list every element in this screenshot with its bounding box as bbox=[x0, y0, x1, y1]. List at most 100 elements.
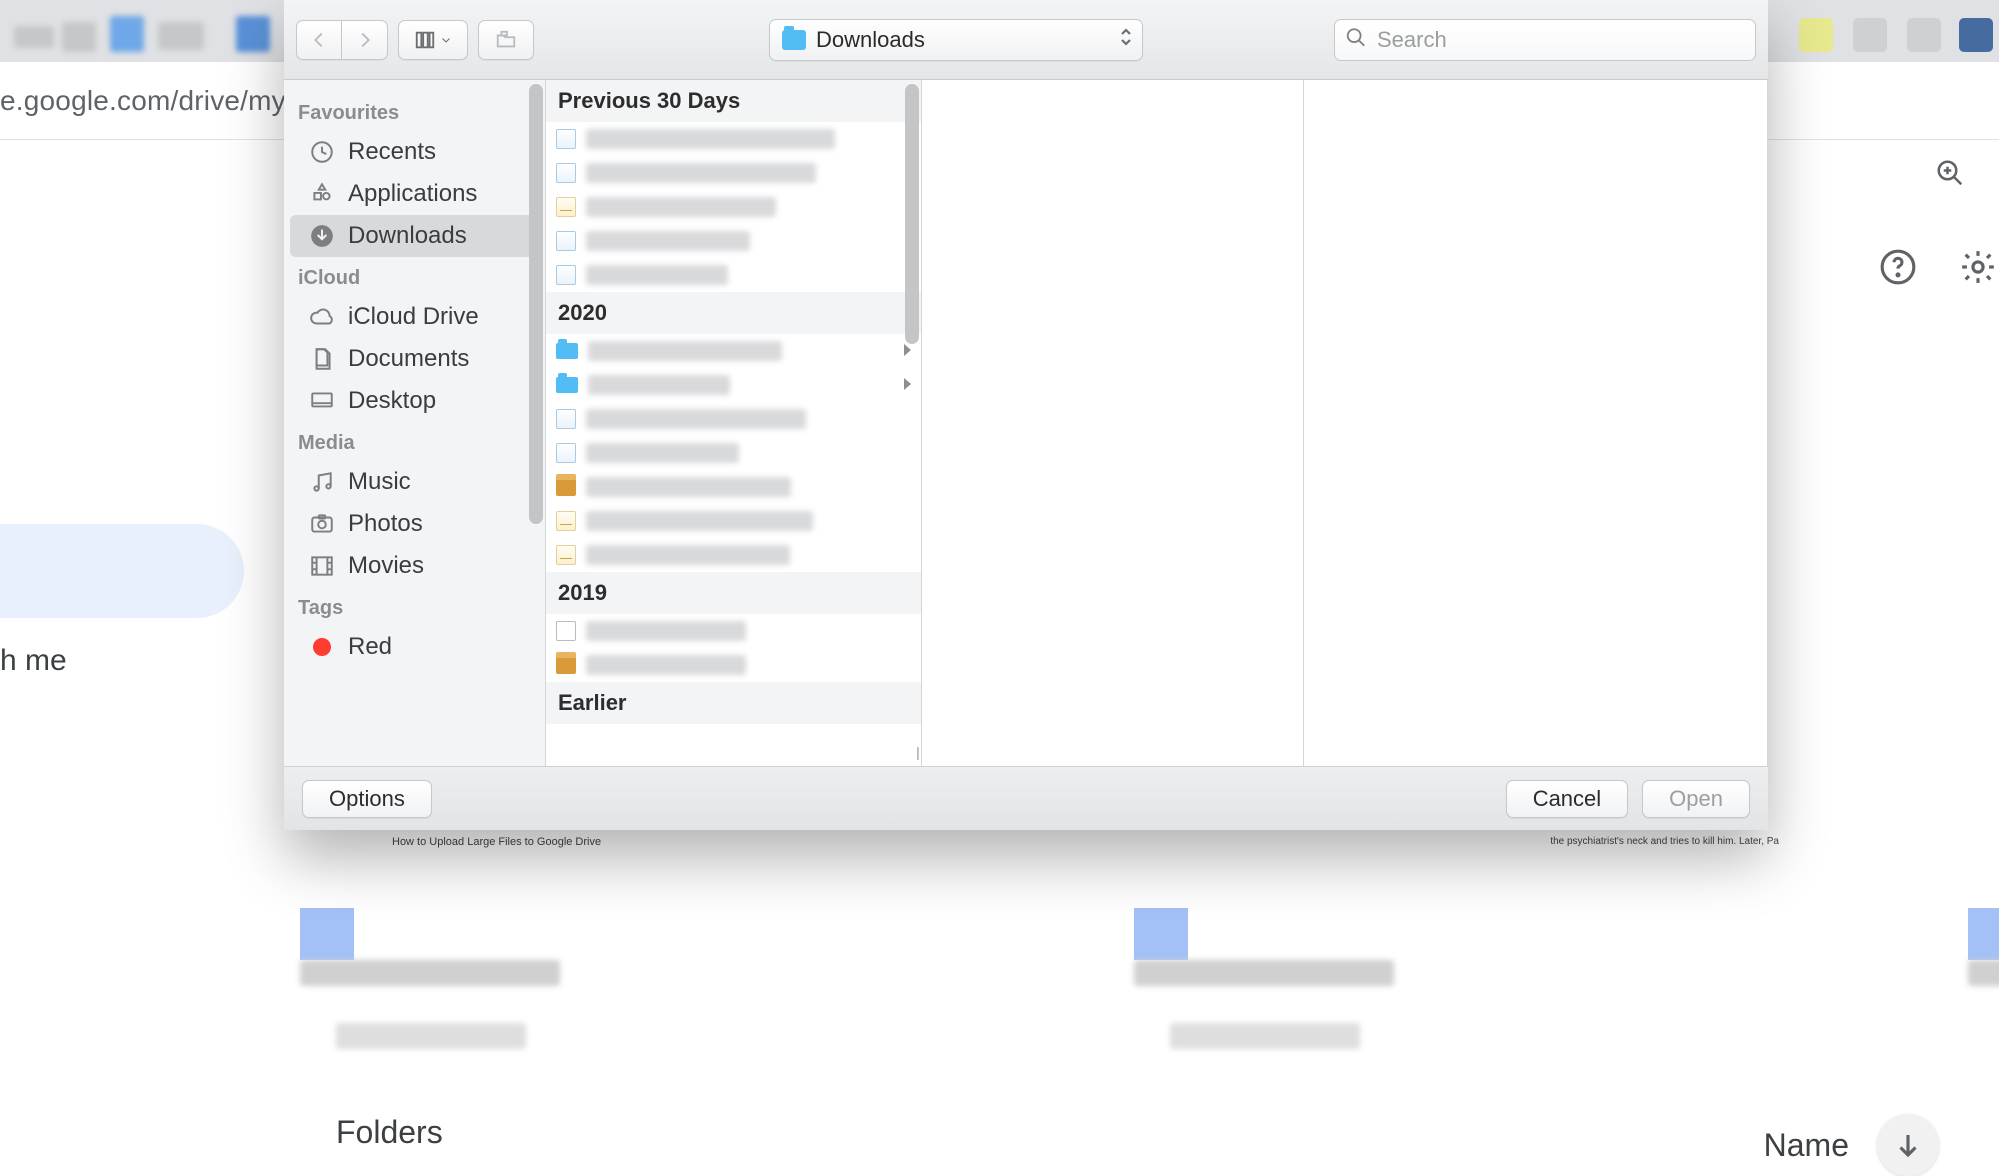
chevron-updown-icon bbox=[1119, 26, 1133, 54]
file-row[interactable] bbox=[546, 470, 921, 504]
file-name-redacted bbox=[586, 409, 806, 429]
url-text: e.google.com/drive/my- bbox=[0, 85, 295, 117]
sidebar-item-label: Applications bbox=[348, 180, 477, 208]
file-row[interactable] bbox=[546, 156, 921, 190]
sidebar-item-downloads[interactable]: Downloads bbox=[290, 215, 539, 257]
sidebar-item-tag-red[interactable]: Red bbox=[290, 626, 539, 668]
documents-icon bbox=[308, 346, 336, 372]
file-name-redacted bbox=[586, 231, 750, 251]
search-field-wrap bbox=[1334, 19, 1756, 61]
sidebar-item-applications[interactable]: Applications bbox=[290, 173, 539, 215]
options-button[interactable]: Options bbox=[302, 780, 432, 818]
nav-segment bbox=[296, 20, 388, 60]
note-icon bbox=[556, 197, 576, 217]
file-name-redacted bbox=[586, 265, 728, 285]
doc-icon bbox=[556, 129, 576, 149]
file-name-redacted bbox=[588, 375, 730, 395]
sidebar-item-label: Desktop bbox=[348, 387, 436, 415]
dialog-footer: Options Cancel Open bbox=[284, 766, 1768, 830]
doc-icon bbox=[556, 443, 576, 463]
sidebar-item-desktop[interactable]: Desktop bbox=[290, 380, 539, 422]
back-button[interactable] bbox=[296, 20, 342, 60]
movies-icon bbox=[308, 553, 336, 579]
file-name-redacted bbox=[586, 545, 790, 565]
note-icon bbox=[556, 511, 576, 531]
view-mode-button[interactable] bbox=[398, 20, 468, 60]
sidebar-item-label: Music bbox=[348, 468, 411, 496]
preview-column-2 bbox=[1304, 80, 1768, 766]
path-popup[interactable]: Downloads bbox=[769, 19, 1143, 61]
drive-header-actions bbox=[1879, 248, 1999, 291]
sidebar-item-label: Red bbox=[348, 633, 392, 661]
drive-sort-label: Name bbox=[1764, 1127, 1849, 1164]
folder-icon bbox=[782, 30, 806, 50]
chevron-right-icon bbox=[901, 375, 913, 396]
sort-direction-icon[interactable] bbox=[1877, 1114, 1939, 1176]
dialog-toolbar: Downloads bbox=[284, 0, 1768, 80]
drive-sidebar-selected[interactable] bbox=[0, 524, 244, 618]
sidebar-scrollbar[interactable] bbox=[529, 84, 543, 762]
chevron-right-icon bbox=[901, 341, 913, 362]
file-section-header: Earlier bbox=[546, 682, 921, 724]
file-name-redacted bbox=[586, 129, 835, 149]
sidebar-item-documents[interactable]: Documents bbox=[290, 338, 539, 380]
drive-preview-text: How to Upload Large Files to Google Driv… bbox=[392, 836, 601, 848]
downloads-icon bbox=[308, 223, 336, 249]
apps-icon bbox=[308, 181, 336, 207]
cancel-button[interactable]: Cancel bbox=[1506, 780, 1628, 818]
clock-icon bbox=[308, 139, 336, 165]
help-icon[interactable] bbox=[1879, 248, 1917, 291]
group-button[interactable] bbox=[478, 20, 534, 60]
sidebar-item-icloud-drive[interactable]: iCloud Drive bbox=[290, 296, 539, 338]
file-name-redacted bbox=[586, 621, 746, 641]
preview-column-1 bbox=[922, 80, 1304, 766]
sidebar-item-movies[interactable]: Movies bbox=[290, 545, 539, 587]
open-button[interactable]: Open bbox=[1642, 780, 1750, 818]
file-row[interactable] bbox=[546, 368, 921, 402]
doc-icon bbox=[556, 265, 576, 285]
folder-icon bbox=[556, 343, 578, 359]
file-name-redacted bbox=[586, 655, 746, 675]
page-zoom-icon[interactable] bbox=[1935, 158, 1965, 193]
drive-recent-item[interactable] bbox=[1134, 908, 1394, 1020]
sidebar-item-label: iCloud Drive bbox=[348, 303, 479, 331]
sidebar-item-label: Photos bbox=[348, 510, 423, 538]
file-name-redacted bbox=[586, 477, 791, 497]
file-row[interactable] bbox=[546, 538, 921, 572]
drive-sort-control[interactable]: Name bbox=[1764, 1114, 1939, 1176]
forward-button[interactable] bbox=[342, 20, 388, 60]
sidebar-item-label: Recents bbox=[348, 138, 436, 166]
file-name-redacted bbox=[588, 341, 782, 361]
file-row[interactable] bbox=[546, 190, 921, 224]
file-row[interactable] bbox=[546, 648, 921, 682]
sidebar-item-photos[interactable]: Photos bbox=[290, 503, 539, 545]
drive-recent-row bbox=[300, 908, 1999, 1020]
drive-sidebar-label-fragment: h me bbox=[0, 644, 67, 678]
search-input[interactable] bbox=[1334, 19, 1756, 61]
file-section-header: Previous 30 Days bbox=[546, 80, 921, 122]
folder-icon bbox=[556, 377, 578, 393]
drive-folders-heading: Folders bbox=[336, 1114, 443, 1151]
file-row[interactable] bbox=[546, 402, 921, 436]
sidebar-group-label: iCloud bbox=[284, 257, 545, 296]
note-icon bbox=[556, 545, 576, 565]
file-row[interactable] bbox=[546, 614, 921, 648]
doc-icon bbox=[556, 409, 576, 429]
drive-recent-item[interactable] bbox=[300, 908, 560, 1020]
file-row[interactable] bbox=[546, 224, 921, 258]
file-row[interactable] bbox=[546, 504, 921, 538]
file-row[interactable] bbox=[546, 258, 921, 292]
sidebar-item-music[interactable]: Music bbox=[290, 461, 539, 503]
sidebar-item-recents[interactable]: Recents bbox=[290, 131, 539, 173]
settings-gear-icon[interactable] bbox=[1959, 248, 1985, 291]
drive-recent-item[interactable] bbox=[1968, 908, 1999, 1020]
column-resize-handle[interactable]: || bbox=[916, 744, 917, 760]
file-row[interactable] bbox=[546, 122, 921, 156]
sidebar-group-label: Media bbox=[284, 422, 545, 461]
sidebar-group-label: Tags bbox=[284, 587, 545, 626]
path-label: Downloads bbox=[816, 27, 925, 53]
file-row[interactable] bbox=[546, 436, 921, 470]
dialog-sidebar: FavouritesRecentsApplicationsDownloadsiC… bbox=[284, 80, 546, 766]
cloud-icon bbox=[308, 304, 336, 330]
file-row[interactable] bbox=[546, 334, 921, 368]
